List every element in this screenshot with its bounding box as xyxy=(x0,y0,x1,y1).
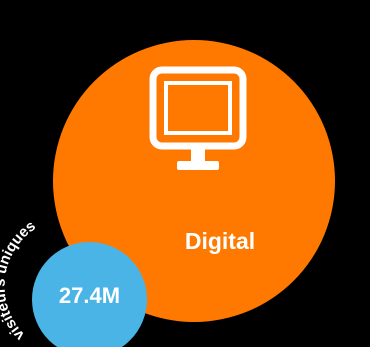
stat-caption: visiteurs uniques xyxy=(0,217,39,344)
infographic-tile: Digital 27.4M visiteurs uniques xyxy=(0,0,370,347)
svg-text:visiteurs uniques: visiteurs uniques xyxy=(0,217,39,344)
stat-caption-arc: visiteurs uniques xyxy=(0,217,39,344)
